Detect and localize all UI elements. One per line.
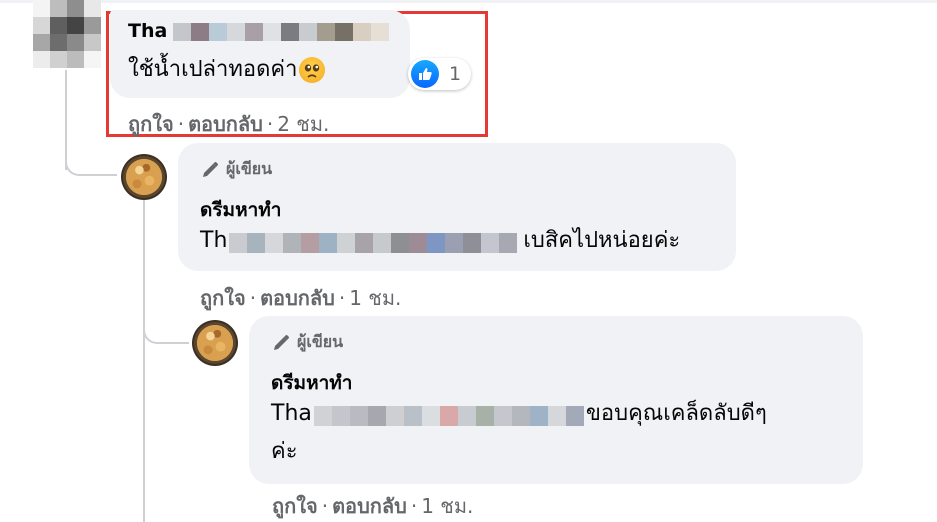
- reaction-count[interactable]: 1: [408, 58, 472, 90]
- reply-actions: ถูกใจ · ตอบกลับ · 1 ชม.: [200, 286, 402, 310]
- redacted-name: [313, 404, 584, 426]
- avatar[interactable]: [192, 320, 238, 366]
- timestamp[interactable]: 2 ชม.: [277, 112, 329, 136]
- comment-text: ใช้น้ำเปล่าทอดค่า: [128, 57, 298, 82]
- reply-action[interactable]: ตอบกลับ: [332, 494, 407, 518]
- avatar[interactable]: [121, 154, 167, 200]
- reply-text-continued: ค่ะ: [271, 439, 298, 464]
- reply-action[interactable]: ตอบกลับ: [260, 286, 335, 310]
- pen-icon: [274, 334, 289, 350]
- top-divider: [0, 0, 937, 3]
- comment-author[interactable]: Tha: [128, 18, 167, 44]
- author-badge-label: ผู้เขียน: [297, 332, 344, 351]
- reply-text: เบสิคไปหน่อยค่ะ: [523, 228, 681, 253]
- thread-line: [143, 200, 145, 522]
- pleading-face-icon: [299, 57, 326, 83]
- avatar[interactable]: [33, 0, 101, 68]
- reply-author[interactable]: ดรีมหาทำ: [200, 197, 281, 223]
- comment-actions: ถูกใจ · ตอบกลับ · 2 ชม.: [128, 112, 330, 136]
- reply-actions: ถูกใจ · ตอบกลับ · 1 ชม.: [272, 494, 474, 518]
- comment-bubble: Tha ใช้น้ำเปล่าทอดค่า: [110, 10, 410, 98]
- like-action[interactable]: ถูกใจ: [272, 494, 318, 518]
- thread-connector-reply1: [65, 140, 117, 176]
- mention-link[interactable]: Th: [200, 225, 227, 257]
- redacted-name: [173, 22, 390, 41]
- author-badge-label: ผู้เขียน: [226, 159, 273, 178]
- like-action[interactable]: ถูกใจ: [200, 286, 246, 310]
- thread-connector-reply2: [143, 312, 189, 344]
- pen-icon: [203, 161, 218, 177]
- redacted-name: [229, 231, 518, 253]
- mention-link[interactable]: Tha: [271, 398, 312, 430]
- reply-action[interactable]: ตอบกลับ: [188, 112, 263, 136]
- reaction-number: 1: [449, 63, 462, 85]
- like-icon: [411, 60, 439, 88]
- reply-author[interactable]: ดรีมหาทำ: [271, 370, 352, 396]
- like-action[interactable]: ถูกใจ: [128, 112, 174, 136]
- reply-text: ขอบคุณเคล็ดลับดีๆ: [585, 401, 767, 426]
- author-badge: ผู้เขียน: [200, 157, 272, 182]
- timestamp[interactable]: 1 ชม.: [421, 494, 473, 518]
- author-badge: ผู้เขียน: [271, 330, 343, 355]
- reply-bubble: ผู้เขียน ดรีมหาทำ Tha ขอบคุณเคล็ดลับดีๆ …: [249, 316, 863, 484]
- timestamp[interactable]: 1 ชม.: [349, 286, 401, 310]
- reply-bubble: ผู้เขียน ดรีมหาทำ Th เบสิคไปหน่อยค่ะ: [178, 143, 736, 271]
